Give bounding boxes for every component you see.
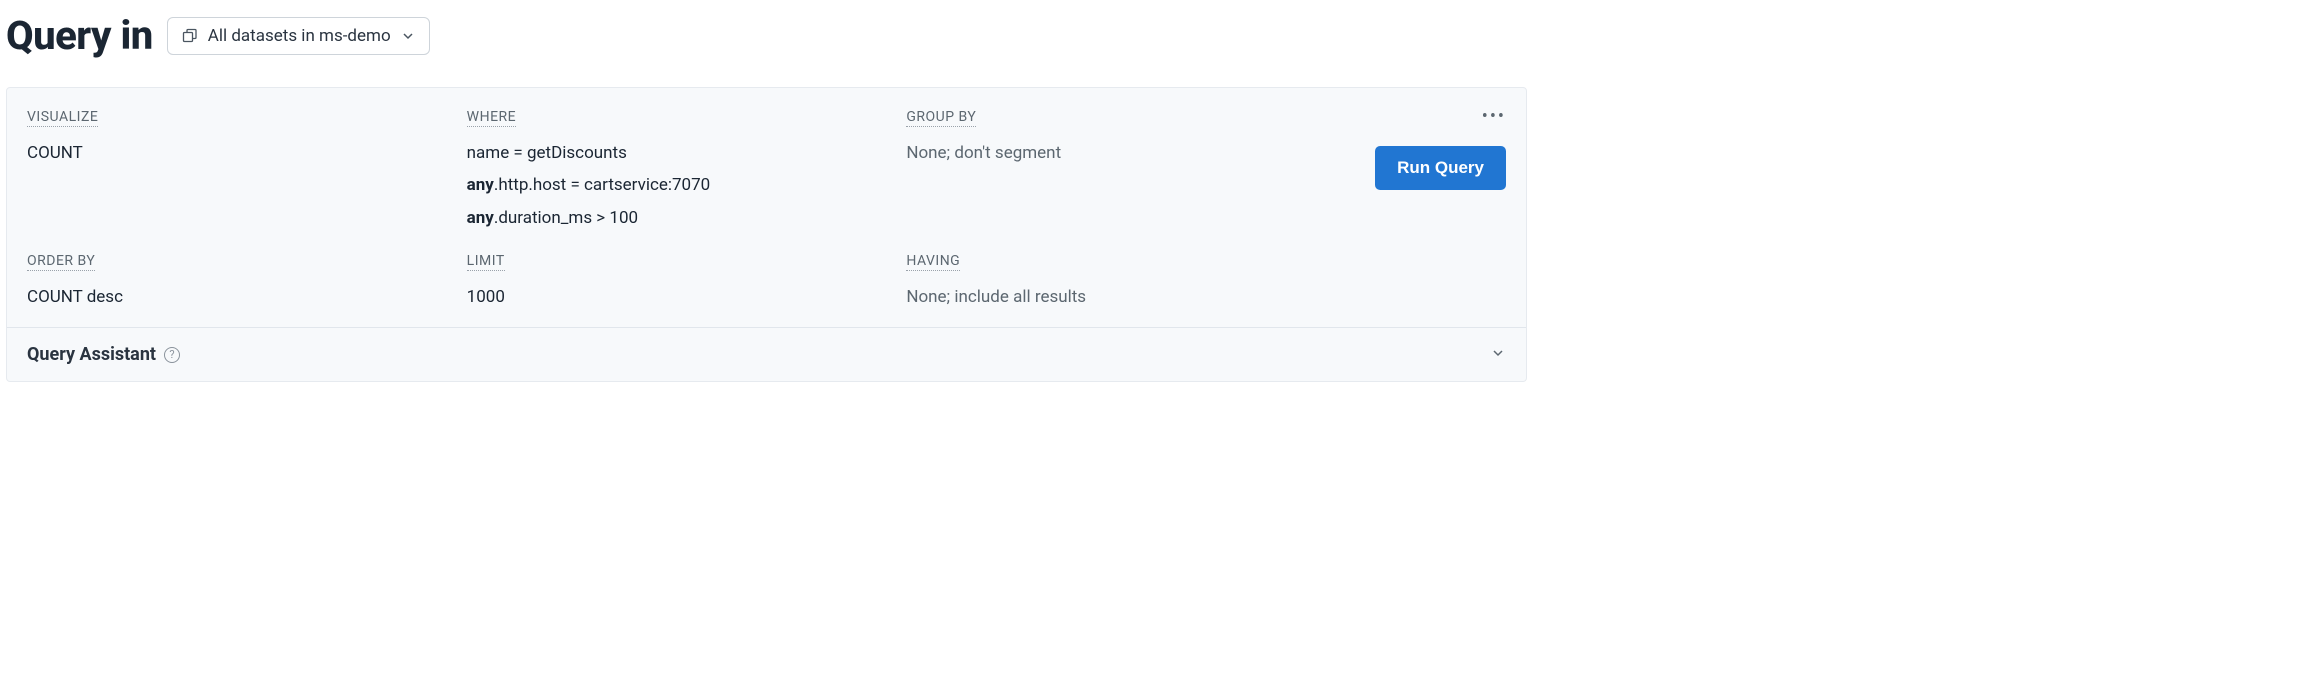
dataset-selector[interactable]: All datasets in ms-demo xyxy=(167,17,430,55)
orderby-section[interactable]: ORDER BY COUNT desc xyxy=(27,250,467,313)
limit-section[interactable]: LIMIT 1000 xyxy=(467,250,907,313)
where-clause: name = getDiscounts xyxy=(467,137,907,169)
query-assistant-title: Query Assistant xyxy=(27,344,156,365)
where-section[interactable]: WHERE name = getDiscountsany.http.host =… xyxy=(467,106,907,234)
visualize-section[interactable]: VISUALIZE COUNT xyxy=(27,106,467,234)
chevron-down-icon xyxy=(401,29,415,43)
page-title: Query in xyxy=(6,12,153,59)
where-clause: any.duration_ms > 100 xyxy=(467,202,907,234)
visualize-label: VISUALIZE xyxy=(27,109,98,127)
query-assistant-toggle[interactable]: Query Assistant ? xyxy=(7,328,1526,381)
limit-label: LIMIT xyxy=(467,253,505,271)
having-section[interactable]: HAVING None; include all results xyxy=(906,250,1346,313)
groupby-label: GROUP BY xyxy=(906,109,976,127)
where-label: WHERE xyxy=(467,109,516,127)
visualize-value: COUNT xyxy=(27,137,467,169)
query-builder-panel: VISUALIZE COUNT WHERE name = getDiscount… xyxy=(6,87,1527,382)
help-icon[interactable]: ? xyxy=(164,347,180,363)
having-value: None; include all results xyxy=(906,287,1086,307)
where-values: name = getDiscountsany.http.host = carts… xyxy=(467,137,907,234)
orderby-label: ORDER BY xyxy=(27,253,95,271)
dataset-icon xyxy=(182,28,198,44)
groupby-value: None; don't segment xyxy=(906,143,1061,163)
orderby-value: COUNT desc xyxy=(27,281,467,313)
limit-value: 1000 xyxy=(467,281,907,313)
more-options-icon[interactable]: ••• xyxy=(1482,106,1506,128)
having-label: HAVING xyxy=(906,253,960,271)
run-query-button[interactable]: Run Query xyxy=(1375,146,1506,190)
dataset-label: All datasets in ms-demo xyxy=(208,26,391,46)
groupby-section[interactable]: GROUP BY None; don't segment xyxy=(906,106,1346,234)
chevron-down-icon xyxy=(1490,345,1506,365)
where-clause: any.http.host = cartservice:7070 xyxy=(467,169,907,201)
